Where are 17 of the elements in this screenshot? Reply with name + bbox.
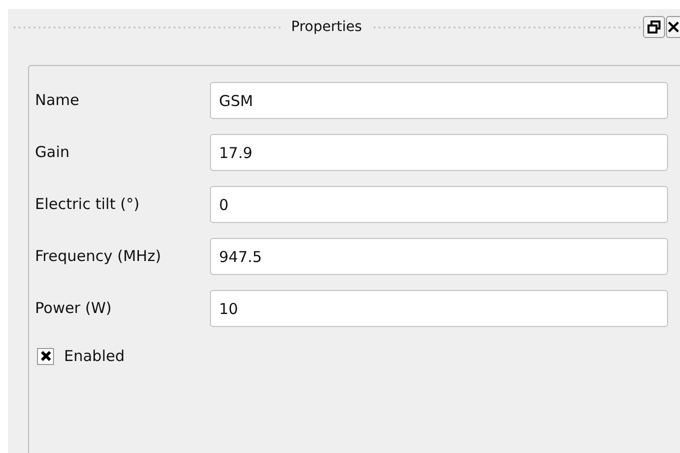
field-label: Electric tilt (°)	[35, 195, 140, 213]
close-button[interactable]	[666, 16, 680, 38]
input-field[interactable]: 17.9	[210, 134, 668, 170]
field-label: Name	[35, 91, 80, 109]
panel-title: Properties	[291, 19, 362, 35]
close-icon	[667, 20, 680, 34]
field-label: Frequency (MHz)	[35, 247, 162, 265]
checkbox-label: Enabled	[64, 347, 125, 365]
input-field[interactable]: 0	[210, 186, 668, 222]
input-field[interactable]: 947.5	[210, 238, 668, 274]
checkbox[interactable]	[37, 348, 54, 364]
field-label: Power (W)	[35, 299, 113, 317]
input-field[interactable]: GSM	[210, 82, 668, 118]
float-button[interactable]	[643, 16, 666, 38]
input-field[interactable]: 10	[210, 290, 668, 326]
float-icon	[647, 20, 662, 34]
field-label: Gain	[35, 143, 70, 161]
